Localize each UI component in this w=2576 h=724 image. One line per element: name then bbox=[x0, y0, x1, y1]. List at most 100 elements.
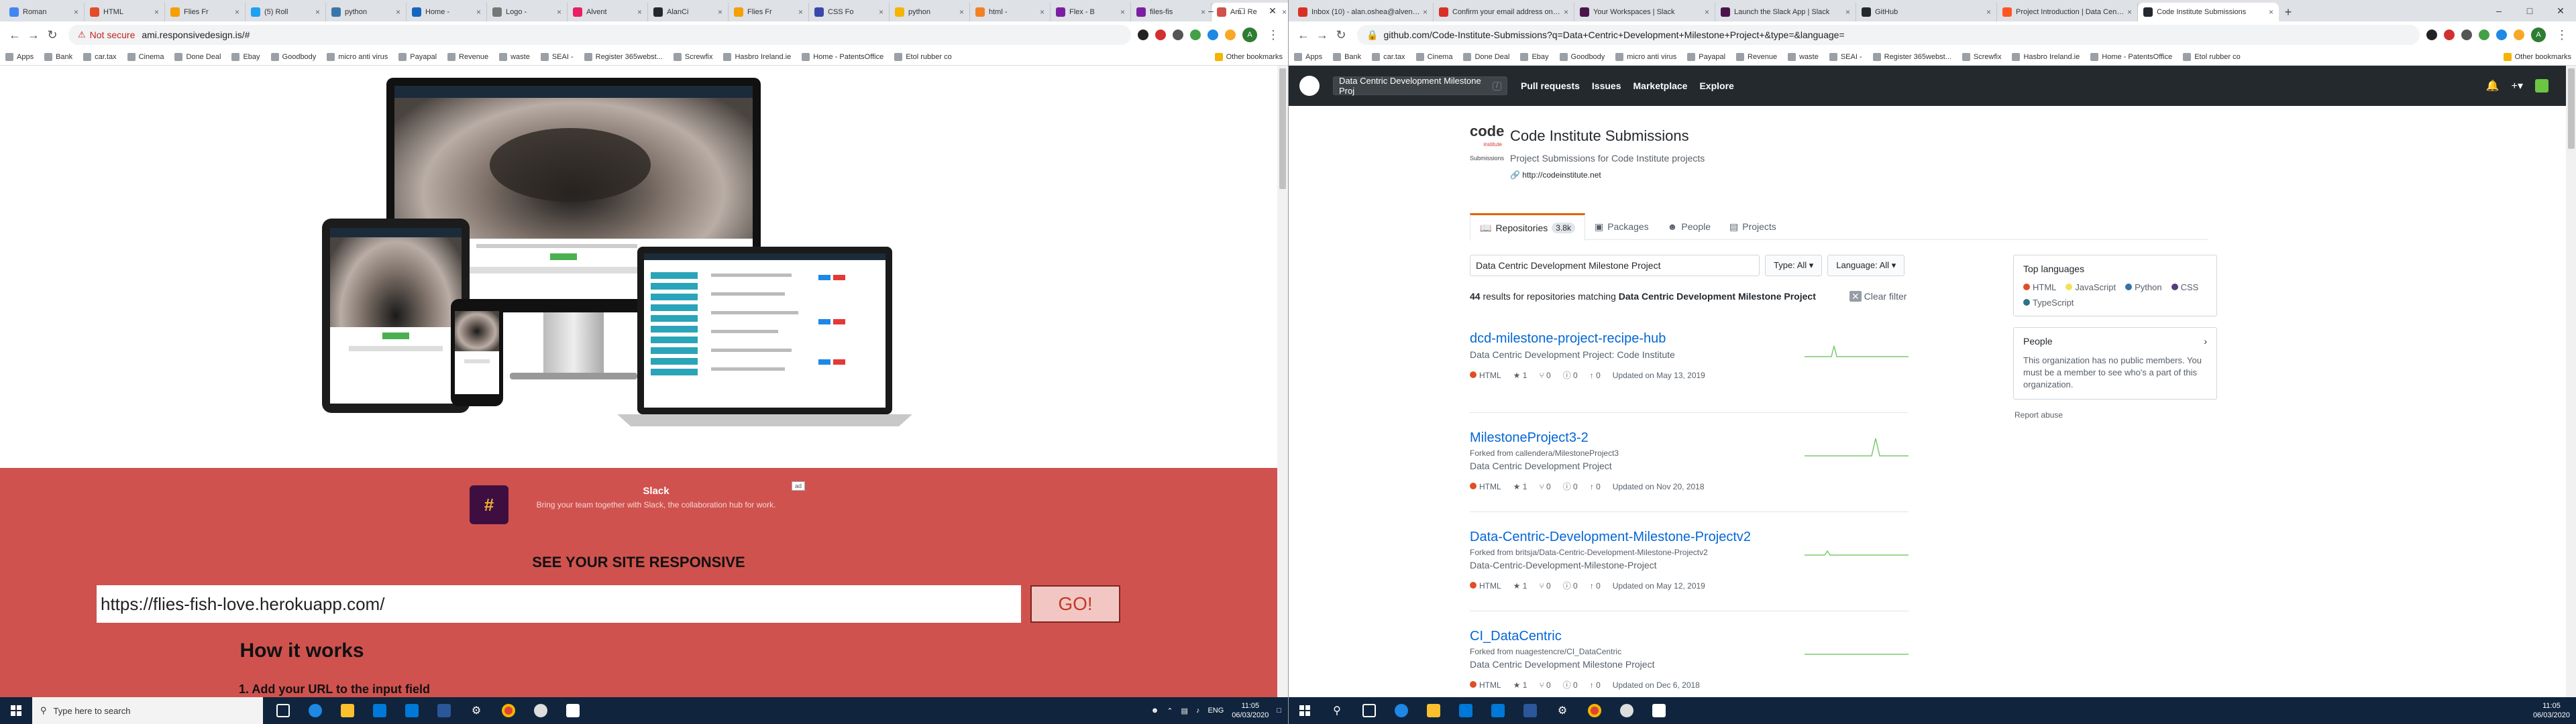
people-icon[interactable]: ☻ bbox=[1151, 707, 1159, 715]
reload-icon[interactable]: ↻ bbox=[43, 25, 62, 44]
extension-icon[interactable] bbox=[2514, 29, 2524, 40]
close-tab-icon[interactable]: × bbox=[74, 7, 78, 17]
bookmark-item[interactable]: Revenue bbox=[447, 52, 488, 61]
browser-tab[interactable]: AlanCi × bbox=[648, 3, 729, 21]
repo-prs[interactable]: ↑ 0 bbox=[1590, 680, 1601, 690]
extension-icon[interactable] bbox=[1155, 29, 1166, 40]
slack-ad[interactable]: # Slack Bring your team together with Sl… bbox=[470, 481, 805, 528]
ad-badge[interactable]: ad bbox=[791, 481, 805, 491]
browser-tab[interactable]: Project Introduction | Data Centr... × bbox=[1997, 3, 2138, 21]
chrome-icon[interactable] bbox=[492, 697, 525, 724]
browser-tab[interactable]: html - × bbox=[970, 3, 1051, 21]
bookmark-item[interactable]: Cinema bbox=[127, 52, 164, 61]
repo-stars[interactable]: ★ 1 bbox=[1513, 371, 1527, 380]
bookmark-item[interactable]: Register 365webst... bbox=[1872, 52, 1951, 61]
bookmark-item[interactable]: Ebay bbox=[1520, 52, 1549, 61]
bookmark-item[interactable]: Etol rubber co bbox=[894, 52, 952, 61]
browser-tab[interactable]: python × bbox=[326, 3, 407, 21]
back-icon[interactable]: ← bbox=[1294, 25, 1313, 44]
repo-issues[interactable]: ⓘ 0 bbox=[1563, 481, 1578, 492]
minimize-icon[interactable]: – bbox=[1195, 0, 1226, 21]
extension-icon[interactable] bbox=[2461, 29, 2472, 40]
report-abuse-link[interactable]: Report abuse bbox=[2015, 410, 2217, 420]
bookmark-item[interactable]: Home - PatentsOffice bbox=[802, 52, 883, 61]
file-explorer-icon[interactable] bbox=[331, 697, 364, 724]
menu-icon[interactable]: ⋮ bbox=[1264, 25, 1283, 44]
app-icon[interactable] bbox=[525, 697, 557, 724]
people-header[interactable]: People › bbox=[2023, 336, 2207, 347]
profile-avatar[interactable]: A bbox=[1242, 27, 1257, 42]
bookmark-item[interactable]: Goodbody bbox=[270, 52, 316, 61]
bookmark-item[interactable]: Goodbody bbox=[1559, 52, 1605, 61]
bookmark-item[interactable]: Done Deal bbox=[174, 52, 221, 61]
close-tab-icon[interactable]: × bbox=[1705, 7, 1709, 17]
browser-tab[interactable]: Logo - × bbox=[487, 3, 568, 21]
clock[interactable]: 11:05 06/03/2020 bbox=[2533, 701, 2570, 720]
bookmark-item[interactable]: Home - PatentsOffice bbox=[2090, 52, 2172, 61]
app-icon[interactable] bbox=[1611, 697, 1643, 724]
github-search-input[interactable]: Data Centric Development Milestone Proj … bbox=[1333, 76, 1507, 96]
nav-pull-requests[interactable]: Pull requests bbox=[1521, 80, 1580, 91]
forward-icon[interactable]: → bbox=[1313, 25, 1332, 44]
mail-icon[interactable] bbox=[396, 697, 428, 724]
bookmark-item[interactable]: micro anti virus bbox=[327, 52, 388, 61]
bookmark-item[interactable]: Screwfix bbox=[1962, 52, 2001, 61]
tab-projects[interactable]: ▤ Projects bbox=[1720, 213, 1786, 240]
volume-icon[interactable]: ♪ bbox=[1196, 707, 1200, 715]
repo-prs[interactable]: ↑ 0 bbox=[1590, 371, 1601, 380]
repo-prs[interactable]: ↑ 0 bbox=[1590, 581, 1601, 591]
browser-tab[interactable]: Roman × bbox=[4, 3, 85, 21]
browser-tab[interactable]: Flex - B × bbox=[1051, 3, 1131, 21]
browser-tab[interactable]: CSS Fo × bbox=[809, 3, 890, 21]
repo-issues[interactable]: ⓘ 0 bbox=[1563, 679, 1578, 690]
mail-icon[interactable] bbox=[1482, 697, 1514, 724]
language-item[interactable]: HTML bbox=[2023, 282, 2056, 292]
close-tab-icon[interactable]: × bbox=[1845, 7, 1850, 17]
language-item[interactable]: CSS bbox=[2171, 282, 2198, 292]
bookmark-item[interactable]: Hasbro Ireland.ie bbox=[723, 52, 791, 61]
bookmark-item[interactable]: Bank bbox=[1333, 52, 1361, 61]
browser-tab[interactable]: (5) Roll × bbox=[246, 3, 326, 21]
address-bar[interactable]: 🔒 github.com/Code-Institute-Submissions?… bbox=[1357, 25, 2420, 45]
close-icon[interactable]: ✕ bbox=[2545, 0, 2576, 21]
extension-icon[interactable] bbox=[1138, 29, 1148, 40]
word-icon[interactable] bbox=[1514, 697, 1546, 724]
bookmark-item[interactable]: SEAI - bbox=[540, 52, 574, 61]
bookmark-item[interactable]: Payapal bbox=[1687, 52, 1725, 61]
network-icon[interactable]: ▤ bbox=[1181, 707, 1188, 715]
bookmark-item[interactable]: Etol rubber co bbox=[2183, 52, 2241, 61]
bookmark-item[interactable]: car.tax bbox=[83, 52, 117, 61]
bookmark-item[interactable]: Apps bbox=[1294, 52, 1322, 61]
reload-icon[interactable]: ↻ bbox=[1332, 25, 1350, 44]
close-tab-icon[interactable]: × bbox=[637, 7, 642, 17]
type-filter-button[interactable]: Type: All ▾ bbox=[1765, 255, 1823, 276]
browser-tab[interactable]: GitHub × bbox=[1856, 3, 1997, 21]
windows-start-icon[interactable] bbox=[0, 697, 32, 724]
new-tab-icon[interactable]: + bbox=[2279, 3, 2298, 21]
bookmark-item[interactable]: Register 365webst... bbox=[584, 52, 663, 61]
extension-icon[interactable] bbox=[1190, 29, 1201, 40]
settings-icon[interactable]: ⚙ bbox=[460, 697, 492, 724]
maximize-icon[interactable]: □ bbox=[2514, 0, 2545, 21]
clock[interactable]: 11:05 06/03/2020 bbox=[1232, 701, 1269, 720]
close-tab-icon[interactable]: × bbox=[1986, 7, 1991, 17]
repo-forks[interactable]: ⑂ 0 bbox=[1539, 581, 1550, 591]
bookmark-item[interactable]: Apps bbox=[5, 52, 34, 61]
bookmark-item[interactable]: Payapal bbox=[398, 52, 437, 61]
user-avatar[interactable] bbox=[2535, 79, 2548, 93]
browser-tab[interactable]: Inbox (10) - alan.oshea@alventi... × bbox=[1293, 3, 1434, 21]
scrollbar-thumb[interactable] bbox=[2568, 68, 2575, 149]
tab-repositories[interactable]: 📖 Repositories 3.8k bbox=[1470, 213, 1585, 241]
browser-tab[interactable]: Flies Fr × bbox=[165, 3, 246, 21]
browser-tab[interactable]: Flies Fr × bbox=[729, 3, 809, 21]
other-bookmarks[interactable]: Other bookmarks bbox=[2503, 52, 2571, 61]
close-tab-icon[interactable]: × bbox=[2269, 7, 2273, 17]
repo-forks[interactable]: ⑂ 0 bbox=[1539, 371, 1550, 380]
org-url[interactable]: 🔗 http://codeinstitute.net bbox=[1510, 170, 1601, 180]
close-tab-icon[interactable]: × bbox=[557, 7, 561, 17]
browser-tab[interactable]: Code Institute Submissions × bbox=[2138, 3, 2279, 21]
bookmark-item[interactable]: Cinema bbox=[1415, 52, 1452, 61]
browser-tab[interactable]: Launch the Slack App | Slack × bbox=[1715, 3, 1856, 21]
close-tab-icon[interactable]: × bbox=[315, 7, 320, 17]
close-tab-icon[interactable]: × bbox=[2127, 7, 2132, 17]
